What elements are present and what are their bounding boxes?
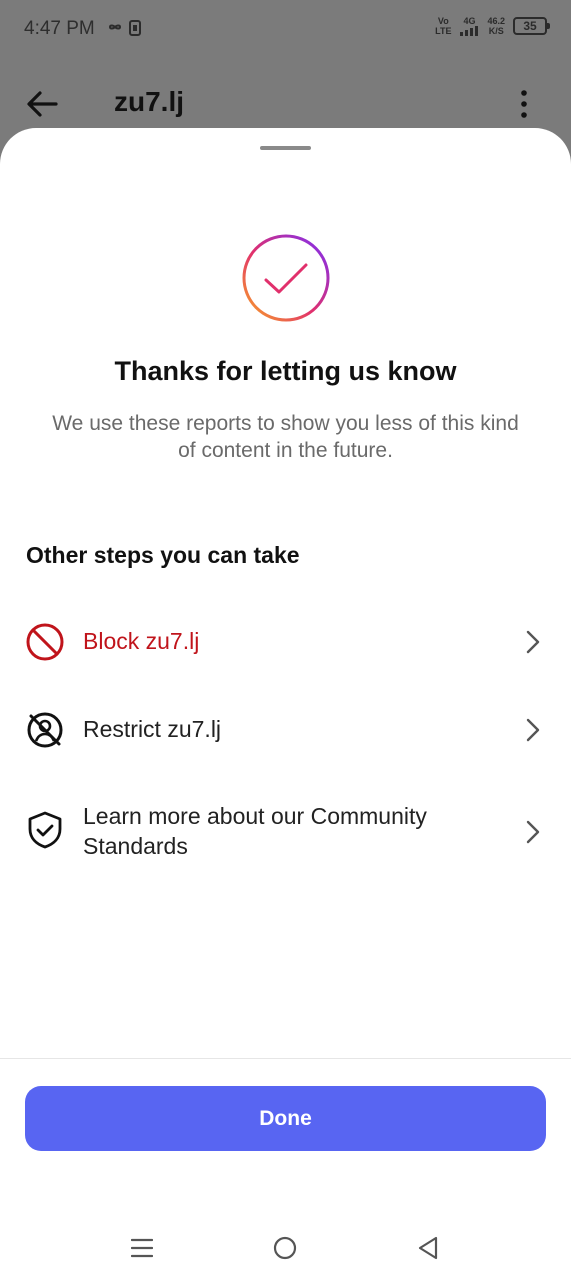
network-speed: 46.2 K/S	[487, 16, 505, 36]
signal-icon	[460, 26, 479, 36]
shield-check-icon	[28, 811, 62, 849]
status-right-group: Vo LTE 4G 46.2 K/S 35	[435, 16, 550, 36]
battery-icon: 35	[513, 17, 550, 35]
done-button[interactable]: Done	[25, 1086, 546, 1151]
nav-back-icon[interactable]	[416, 1236, 440, 1260]
volte-top: Vo	[437, 16, 449, 26]
header-title: zu7.lj	[114, 86, 185, 117]
status-time: 4:47 PM	[24, 18, 95, 39]
recent-apps-icon[interactable]	[131, 1238, 153, 1258]
block-user-label: Block zu7.lj	[83, 628, 200, 654]
divider	[0, 1058, 571, 1059]
status-bar: 4:47 PM Vo LTE 4G 46.2 K/S 35	[0, 0, 571, 60]
sim-icon	[129, 20, 141, 36]
network-type-label: 4G	[463, 16, 476, 26]
volte-bottom: LTE	[435, 26, 452, 36]
block-user-option[interactable]: Block zu7.lj	[0, 616, 571, 686]
status-notification-icons	[108, 20, 142, 36]
sheet-subtitle: We use these reports to show you less of…	[52, 412, 519, 462]
sheet-title: Thanks for letting us know	[114, 356, 457, 386]
report-confirmation-sheet: Thanks for letting us know We use these …	[0, 128, 571, 1280]
more-vertical-icon[interactable]	[517, 88, 531, 120]
community-standards-option[interactable]: Learn more about our Community Standards	[0, 798, 571, 868]
speed-value: 46.2	[487, 16, 505, 26]
system-nav-bar	[0, 1200, 571, 1280]
network-type: 4G	[459, 16, 479, 36]
chevron-right-icon	[526, 718, 540, 742]
other-steps-heading: Other steps you can take	[26, 542, 300, 568]
speed-unit: K/S	[488, 26, 504, 36]
chevron-right-icon	[526, 630, 540, 654]
block-icon	[26, 623, 64, 661]
restrict-icon	[27, 712, 63, 748]
arrow-left-icon[interactable]	[24, 86, 60, 122]
chevron-right-icon	[526, 820, 540, 844]
check-circle-icon	[242, 234, 330, 322]
volte-indicator: Vo LTE	[435, 16, 451, 36]
community-standards-label: Learn more about our Community Standards	[83, 803, 427, 859]
restrict-user-label: Restrict zu7.lj	[83, 716, 222, 742]
sheet-drag-handle[interactable]	[260, 146, 311, 150]
battery-level: 35	[523, 19, 537, 33]
restrict-user-option[interactable]: Restrict zu7.lj	[0, 704, 571, 774]
home-icon[interactable]	[273, 1236, 297, 1260]
infinity-icon	[108, 24, 122, 30]
